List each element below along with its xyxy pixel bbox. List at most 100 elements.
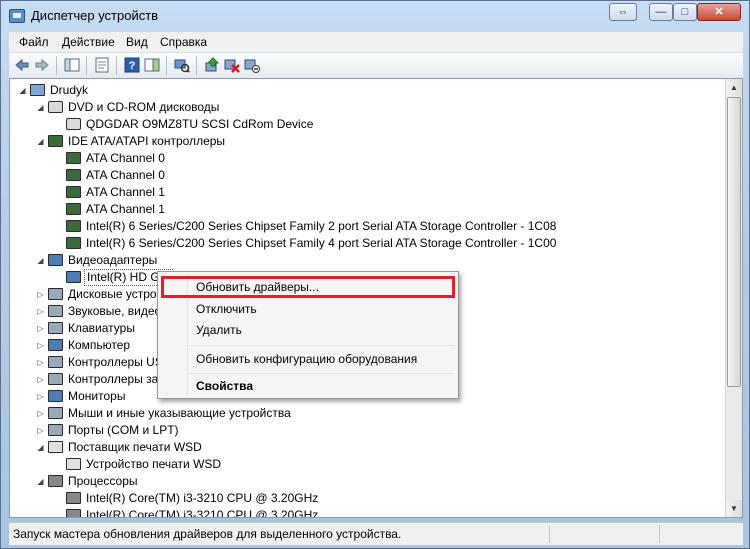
toolbar-separator (86, 56, 87, 75)
menu-view[interactable]: Вид (126, 35, 148, 49)
maximize-button[interactable]: □ (673, 3, 697, 21)
expand-arrow-icon[interactable]: ▷ (36, 388, 45, 405)
dvd-drive-icon (48, 101, 63, 113)
collapse-arrow-icon[interactable]: ◢ (36, 473, 45, 490)
menu-separator (190, 373, 454, 374)
tree-item-label: Поставщик печати WSD (68, 440, 202, 454)
status-cell (549, 525, 550, 543)
uninstall-icon[interactable] (224, 57, 240, 73)
scroll-up-icon[interactable]: ▲ (726, 79, 742, 96)
highlight-frame (161, 276, 455, 298)
port-icon (48, 424, 63, 436)
tree-item-label: Intel(R) 6 Series/C200 Series Chipset Fa… (86, 236, 557, 250)
computer-icon (48, 339, 63, 351)
processor-icon (66, 492, 81, 504)
toolbar-separator (56, 56, 57, 75)
tree-item-label: Контроллеры USB (68, 355, 171, 369)
processor-icon (48, 475, 63, 487)
ide-channel-icon (66, 152, 81, 164)
scrollbar-thumb[interactable] (727, 97, 741, 387)
storage-controller-icon (48, 373, 63, 385)
sata-controller-icon (66, 237, 81, 249)
tree-item-label: Drudyk (50, 83, 89, 97)
context-menu: Обновить драйверы... Отключить Удалить О… (157, 271, 459, 399)
title-bar[interactable]: Диспетчер устройств ⇔ — □ ✕ (1, 1, 749, 31)
tree-item-label: ATA Channel 0 (86, 168, 165, 182)
tree-item-label: Порты (COM и LPT) (68, 423, 179, 437)
scan-hardware-icon[interactable] (174, 57, 190, 73)
tree-item-label: QDGDAR O9MZ8TU SCSI CdRom Device (86, 117, 314, 131)
processor-icon (66, 509, 81, 517)
tree-item-label: ATA Channel 1 (86, 202, 165, 216)
expand-arrow-icon[interactable]: ▷ (36, 303, 45, 320)
menu-action[interactable]: Действие (62, 35, 115, 49)
tree-item-label: Звуковые, видео и (68, 304, 172, 318)
sata-controller-icon (66, 220, 81, 232)
printer-icon (48, 441, 63, 453)
expand-arrow-icon[interactable]: ▷ (36, 337, 45, 354)
collapse-arrow-icon[interactable]: ◢ (36, 252, 45, 269)
device-manager-window: Диспетчер устройств ⇔ — □ ✕ Файл Действи… (0, 0, 750, 549)
show-hide-console-tree-icon[interactable] (64, 57, 80, 73)
tree-item-label: Дисковые устрой (68, 287, 164, 301)
tree-item-label: ATA Channel 0 (86, 151, 165, 165)
properties-menu-item[interactable]: Свойства (196, 376, 253, 396)
ide-controller-icon (48, 135, 63, 147)
display-adapter-icon (66, 271, 81, 283)
toolbar-separator (196, 56, 197, 75)
properties-icon[interactable] (94, 57, 110, 73)
menu-separator (190, 345, 454, 346)
ide-channel-icon (66, 186, 81, 198)
tree-item-label: ATA Channel 1 (86, 185, 165, 199)
swap-windows-button[interactable]: ⇔ (609, 3, 637, 21)
mouse-icon (48, 407, 63, 419)
svg-text:?: ? (129, 60, 136, 72)
ide-channel-icon (66, 203, 81, 215)
scroll-down-icon[interactable]: ▼ (726, 500, 742, 517)
expand-arrow-icon[interactable]: ▷ (36, 286, 45, 303)
collapse-arrow-icon[interactable]: ◢ (36, 99, 45, 116)
expand-arrow-icon[interactable]: ▷ (36, 354, 45, 371)
action-pane-icon[interactable] (144, 57, 160, 73)
printer-icon (66, 458, 81, 470)
scan-hardware-menu-item[interactable]: Обновить конфигурацию оборудования (196, 349, 417, 369)
menu-help[interactable]: Справка (160, 35, 207, 49)
expand-arrow-icon[interactable]: ▷ (36, 422, 45, 439)
help-icon[interactable]: ? (124, 57, 140, 73)
toolbar-separator (166, 56, 167, 75)
forward-icon[interactable] (34, 57, 50, 73)
collapse-arrow-icon[interactable]: ◢ (18, 82, 27, 99)
tree-item-label: Компьютер (68, 338, 131, 352)
computer-icon (30, 84, 45, 96)
menu-file[interactable]: Файл (19, 35, 49, 49)
usb-icon (48, 356, 63, 368)
close-button[interactable]: ✕ (697, 3, 741, 21)
expand-arrow-icon[interactable]: ▷ (36, 320, 45, 337)
tree-item-label: Мыши и иные указывающие устройства (68, 406, 291, 420)
vertical-scrollbar[interactable]: ▲ ▼ (725, 79, 742, 517)
tree-item-label: Контроллеры зап (68, 372, 165, 386)
sound-icon (48, 305, 63, 317)
disable-device-icon[interactable] (244, 57, 260, 73)
tree-item-label: Intel(R) 6 Series/C200 Series Chipset Fa… (86, 219, 557, 233)
tree-item-label: Мониторы (68, 389, 126, 403)
menu-bar: Файл Действие Вид Справка (9, 31, 743, 52)
collapse-arrow-icon[interactable]: ◢ (36, 133, 45, 150)
window-title: Диспетчер устройств (31, 8, 159, 23)
minimize-button[interactable]: — (649, 3, 673, 21)
update-driver-icon[interactable] (204, 57, 220, 73)
dvd-drive-icon (66, 118, 81, 130)
tree-item-label: Процессоры (68, 474, 138, 488)
toolbar-separator (116, 56, 117, 75)
collapse-arrow-icon[interactable]: ◢ (36, 439, 45, 456)
expand-arrow-icon[interactable]: ▷ (36, 371, 45, 388)
expand-arrow-icon[interactable]: ▷ (36, 405, 45, 422)
tree-item-label: Клавиатуры (68, 321, 135, 335)
tree-item-label: DVD и CD-ROM дисководы (68, 100, 220, 114)
uninstall-menu-item[interactable]: Удалить (196, 320, 242, 340)
ide-channel-icon (66, 169, 81, 181)
tree-item-label: Intel(R) Core(TM) i3-3210 CPU @ 3.20GHz (86, 508, 319, 518)
disable-menu-item[interactable]: Отключить (196, 299, 257, 319)
back-icon[interactable] (14, 57, 30, 73)
tree-item-label: Видеоадаптеры (68, 253, 158, 267)
